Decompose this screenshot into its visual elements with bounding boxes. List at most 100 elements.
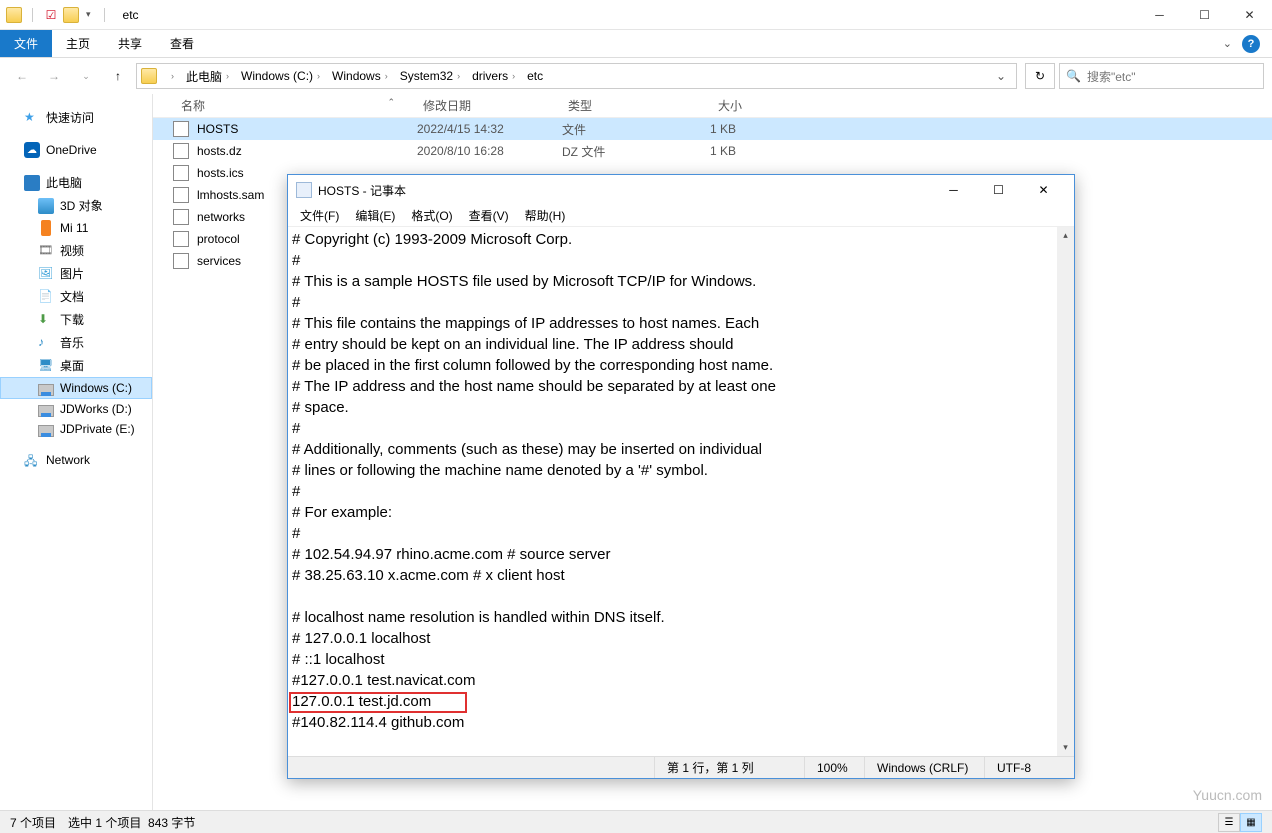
maximize-button[interactable]: ☐ (1182, 0, 1227, 30)
file-icon (173, 165, 189, 181)
scroll-down-icon[interactable]: ▾ (1057, 739, 1074, 756)
sidebar-thispc[interactable]: 此电脑 (0, 171, 152, 194)
menu-format[interactable]: 格式(O) (403, 207, 460, 224)
drive-icon (38, 384, 54, 396)
notepad-scrollbar[interactable]: ▴ ▾ (1057, 227, 1074, 756)
file-name: hosts.dz (197, 144, 242, 158)
refresh-button[interactable]: ↻ (1025, 63, 1055, 89)
col-name[interactable]: 名称⌃ (173, 97, 415, 114)
drive-icon (38, 425, 54, 437)
sidebar-music[interactable]: ♪音乐 (0, 331, 152, 354)
sidebar-pictures[interactable]: 🖼图片 (0, 262, 152, 285)
file-type: DZ 文件 (554, 143, 669, 160)
np-status-pos: 第 1 行，第 1 列 (654, 757, 804, 778)
col-date[interactable]: 修改日期 (415, 97, 560, 114)
view-icons-button[interactable]: ▦ (1240, 813, 1262, 832)
sidebar-downloads[interactable]: ⬇下载 (0, 308, 152, 331)
file-date: 2020/8/10 16:28 (409, 144, 554, 158)
file-date: 2022/4/15 14:32 (409, 122, 554, 136)
file-name: networks (197, 210, 245, 224)
tab-view[interactable]: 查看 (156, 30, 208, 57)
view-details-button[interactable]: ☰ (1218, 813, 1240, 832)
file-size: 1 KB (669, 144, 744, 158)
file-name: protocol (197, 232, 240, 246)
status-selected: 选中 1 个项目 843 字节 (68, 814, 195, 831)
sidebar-windows-c[interactable]: Windows (C:) (0, 377, 152, 399)
chevron-down-icon[interactable]: ⌄ (1223, 37, 1232, 50)
addr-folder-icon (141, 68, 157, 84)
col-type[interactable]: 类型 (560, 97, 675, 114)
download-icon: ⬇ (38, 312, 54, 328)
col-size[interactable]: 大小 (675, 97, 750, 114)
file-name: HOSTS (197, 122, 238, 136)
sidebar-onedrive[interactable]: ☁OneDrive (0, 139, 152, 161)
file-icon (173, 209, 189, 225)
menu-view[interactable]: 查看(V) (461, 207, 517, 224)
column-headers: 名称⌃ 修改日期 类型 大小 (153, 94, 1272, 118)
folder-icon-2[interactable] (63, 7, 79, 23)
np-close-button[interactable]: ✕ (1021, 176, 1066, 204)
np-maximize-button[interactable]: ☐ (976, 176, 1021, 204)
file-type: 文件 (554, 121, 669, 138)
menu-file[interactable]: 文件(F) (292, 207, 347, 224)
notepad-statusbar: 第 1 行，第 1 列 100% Windows (CRLF) UTF-8 (288, 756, 1074, 778)
notepad-body: # Copyright (c) 1993-2009 Microsoft Corp… (288, 227, 1074, 756)
sidebar-jdprivate[interactable]: JDPrivate (E:) (0, 419, 152, 439)
file-name: hosts.ics (197, 166, 244, 180)
sidebar-documents[interactable]: 📄文档 (0, 285, 152, 308)
check-icon[interactable]: ☑ (43, 7, 59, 23)
address-bar[interactable]: › 此电脑› Windows (C:)› Windows› System32› … (136, 63, 1017, 89)
video-icon: 🎞 (38, 243, 54, 259)
crumb-drivers[interactable]: drivers› (466, 64, 521, 88)
crumb-system32[interactable]: System32› (394, 64, 466, 88)
minimize-button[interactable]: ─ (1137, 0, 1182, 30)
music-icon: ♪ (38, 335, 54, 351)
scroll-up-icon[interactable]: ▴ (1057, 227, 1074, 244)
qat-dropdown-icon[interactable]: ▾ (83, 9, 94, 20)
tab-file[interactable]: 文件 (0, 30, 52, 57)
sidebar-network[interactable]: 🖧Network (0, 449, 152, 471)
np-status-enc: UTF-8 (984, 757, 1074, 778)
notepad-menu: 文件(F) 编辑(E) 格式(O) 查看(V) 帮助(H) (288, 205, 1074, 227)
help-icon[interactable]: ? (1242, 35, 1260, 53)
addr-history-dropdown[interactable]: ⌄ (990, 69, 1012, 83)
file-icon (173, 253, 189, 269)
sidebar-quick-access[interactable]: ★快速访问 (0, 106, 152, 129)
file-name: services (197, 254, 241, 268)
crumb-thispc[interactable]: 此电脑› (180, 64, 235, 88)
search-icon: 🔍 (1066, 69, 1081, 83)
3d-icon (38, 198, 54, 214)
recent-dropdown[interactable]: ⌄ (72, 64, 100, 88)
notepad-window: HOSTS - 记事本 ─ ☐ ✕ 文件(F) 编辑(E) 格式(O) 查看(V… (287, 174, 1075, 779)
np-status-eol: Windows (CRLF) (864, 757, 984, 778)
sidebar-mi11[interactable]: Mi 11 (0, 217, 152, 239)
ribbon: 文件 主页 共享 查看 ⌄ ? (0, 30, 1272, 58)
forward-button[interactable]: → (40, 64, 68, 88)
back-button[interactable]: ← (8, 64, 36, 88)
sidebar-desktop[interactable]: 🖥桌面 (0, 354, 152, 377)
file-row[interactable]: hosts.dz 2020/8/10 16:28DZ 文件1 KB (153, 140, 1272, 162)
pc-icon (24, 175, 40, 191)
menu-edit[interactable]: 编辑(E) (347, 207, 403, 224)
crumb-etc[interactable]: etc (521, 64, 549, 88)
crumb-root[interactable]: › (161, 64, 180, 88)
sidebar: ★快速访问 ☁OneDrive 此电脑 3D 对象 Mi 11 🎞视频 🖼图片 … (0, 94, 153, 813)
menu-help[interactable]: 帮助(H) (517, 207, 574, 224)
sidebar-jdworks[interactable]: JDWorks (D:) (0, 399, 152, 419)
search-input[interactable]: 🔍 搜索"etc" (1059, 63, 1264, 89)
tab-share[interactable]: 共享 (104, 30, 156, 57)
up-button[interactable]: ↑ (104, 64, 132, 88)
np-minimize-button[interactable]: ─ (931, 176, 976, 204)
sidebar-video[interactable]: 🎞视频 (0, 239, 152, 262)
folder-icon (6, 7, 22, 23)
close-button[interactable]: ✕ (1227, 0, 1272, 30)
crumb-c[interactable]: Windows (C:)› (235, 64, 326, 88)
tab-home[interactable]: 主页 (52, 30, 104, 57)
crumb-windows[interactable]: Windows› (326, 64, 394, 88)
notepad-text[interactable]: # Copyright (c) 1993-2009 Microsoft Corp… (288, 227, 1074, 756)
notepad-titlebar[interactable]: HOSTS - 记事本 ─ ☐ ✕ (288, 175, 1074, 205)
doc-icon: 📄 (38, 289, 54, 305)
desktop-icon: 🖥 (38, 358, 54, 374)
file-row[interactable]: HOSTS2022/4/15 14:32文件1 KB (153, 118, 1272, 140)
sidebar-3d[interactable]: 3D 对象 (0, 194, 152, 217)
